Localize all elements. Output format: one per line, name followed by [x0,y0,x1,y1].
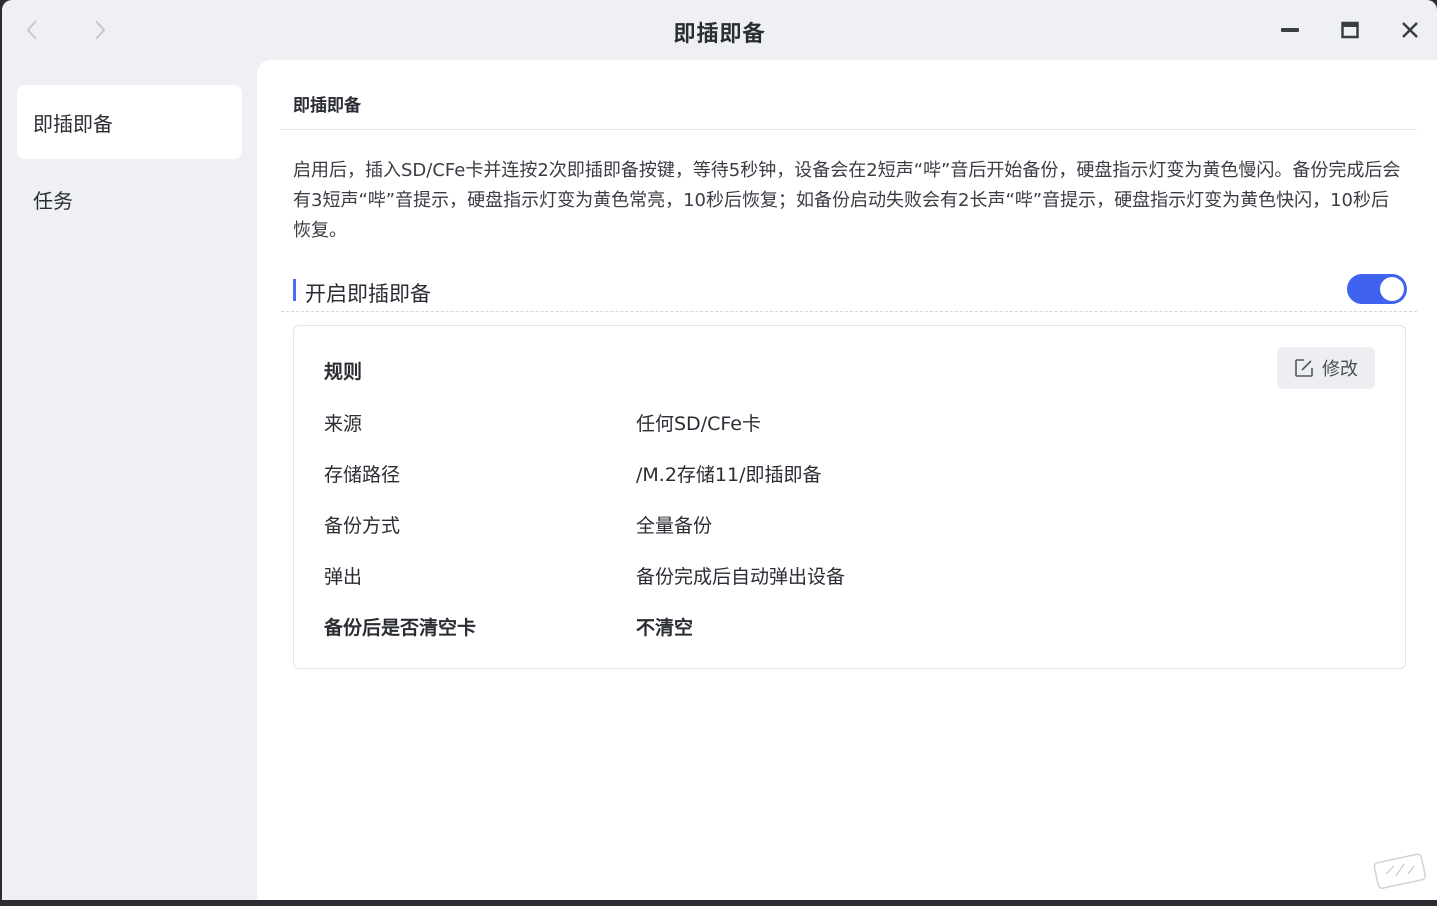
title-bar: 即插即备 [2,0,1437,62]
rule-value: 不清空 [636,617,694,639]
rules-title: 规则 [324,361,363,383]
edit-button[interactable]: 修改 [1277,347,1375,389]
main-content: 即插即备 启用后，插入SD/CFe卡并连按2次即插即备按键，等待5秒钟，设备会在… [257,60,1437,900]
sidebar-item-plug-backup[interactable]: 即插即备 [17,85,242,159]
divider [281,129,1417,130]
sidebar-item-tasks[interactable]: 任务 [17,162,242,236]
rule-key: 备份后是否清空卡 [324,617,477,639]
switch-knob [1380,277,1404,301]
rule-key: 存储路径 [324,464,401,486]
window-title: 即插即备 [673,22,766,47]
sidebar: 即插即备 任务 [2,62,257,900]
rule-key: 来源 [324,413,363,435]
watermark-logo [1373,853,1426,889]
app-window: 即插即备 即插即备 任务 即插即备 启用后，插入SD/CFe卡并连按2次即插即备… [2,0,1437,900]
rule-value: 任何SD/CFe卡 [636,413,761,435]
rule-row-eject: 弹出 备份完成后自动弹出设备 [324,562,1374,592]
rule-key: 弹出 [324,566,363,588]
enable-toggle-label: 开启即插即备 [305,282,431,306]
rule-row-storage-path: 存储路径 /M.2存储11/即插即备 [324,460,1374,490]
rule-value: 备份完成后自动弹出设备 [636,566,846,588]
rule-row-source: 来源 任何SD/CFe卡 [324,409,1374,439]
rule-value: /M.2存储11/即插即备 [636,464,822,486]
maximize-icon [1341,21,1359,39]
maximize-button[interactable] [1334,14,1366,46]
section-title: 即插即备 [293,96,361,116]
edit-button-label: 修改 [1322,359,1358,380]
rule-value: 全量备份 [636,515,713,537]
close-icon [1402,22,1418,38]
section-accent-bar [293,279,296,301]
edit-icon [1295,359,1313,377]
close-button[interactable] [1394,14,1426,46]
minimize-button[interactable] [1274,14,1306,46]
rule-row-clear-card: 备份后是否清空卡 不清空 [324,613,1374,643]
rules-card: 规则 修改 来源 任何SD/CFe卡 存储路径 /M.2存储11/即插即备 备份… [293,325,1406,669]
enable-switch[interactable] [1347,274,1407,304]
description-text: 启用后，插入SD/CFe卡并连按2次即插即备按键，等待5秒钟，设备会在2短声“哔… [293,160,1401,241]
rule-row-backup-mode: 备份方式 全量备份 [324,511,1374,541]
minimize-icon [1281,28,1299,32]
enable-toggle-row: 开启即插即备 [281,272,1417,312]
rule-key: 备份方式 [324,515,401,537]
